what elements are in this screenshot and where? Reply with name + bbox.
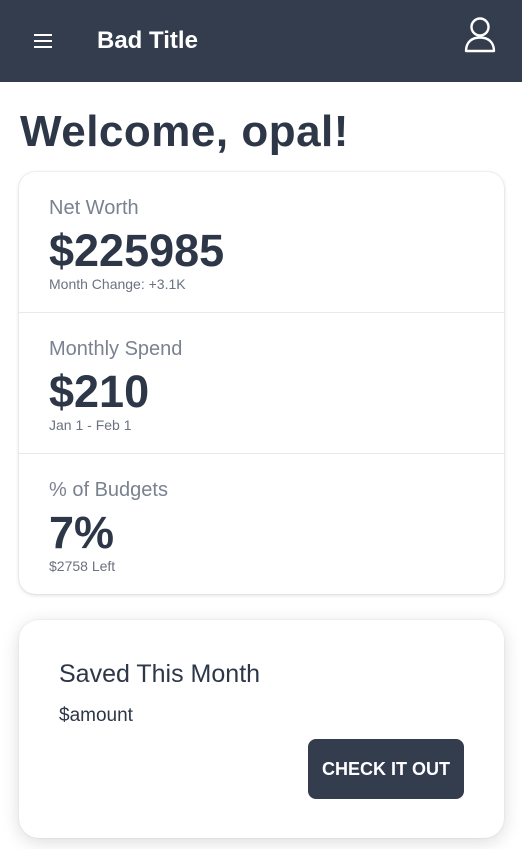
stat-subtext: Jan 1 - Feb 1 (49, 417, 132, 433)
saved-title: Saved This Month (59, 660, 261, 688)
stats-card: Net Worth $225985 Month Change: +3.1K Mo… (19, 172, 504, 594)
stat-subtext: Month Change: +3.1K (49, 276, 186, 292)
hamburger-menu-icon[interactable] (30, 28, 56, 54)
check-it-out-button[interactable]: CHECK IT OUT (308, 739, 464, 799)
stat-label: Net Worth (49, 197, 139, 219)
stat-value: 7% (49, 507, 115, 558)
stat-label: % of Budgets (49, 479, 168, 501)
saved-amount: $amount (59, 705, 133, 726)
stat-value: $225985 (49, 225, 225, 276)
net-worth-stat: Net Worth $225985 Month Change: +3.1K (19, 172, 504, 313)
saved-this-month-card: Saved This Month $amount CHECK IT OUT (19, 620, 504, 838)
stat-subtext: $2758 Left (49, 558, 116, 574)
app-title: Bad Title (97, 27, 198, 54)
user-profile-icon[interactable] (460, 14, 500, 56)
top-app-bar: Bad Title (0, 0, 522, 82)
stat-label: Monthly Spend (49, 338, 183, 360)
budgets-stat: % of Budgets 7% $2758 Left (19, 454, 504, 594)
welcome-heading: Welcome, opal! (20, 107, 349, 156)
stat-value: $210 (49, 366, 150, 417)
monthly-spend-stat: Monthly Spend $210 Jan 1 - Feb 1 (19, 313, 504, 454)
